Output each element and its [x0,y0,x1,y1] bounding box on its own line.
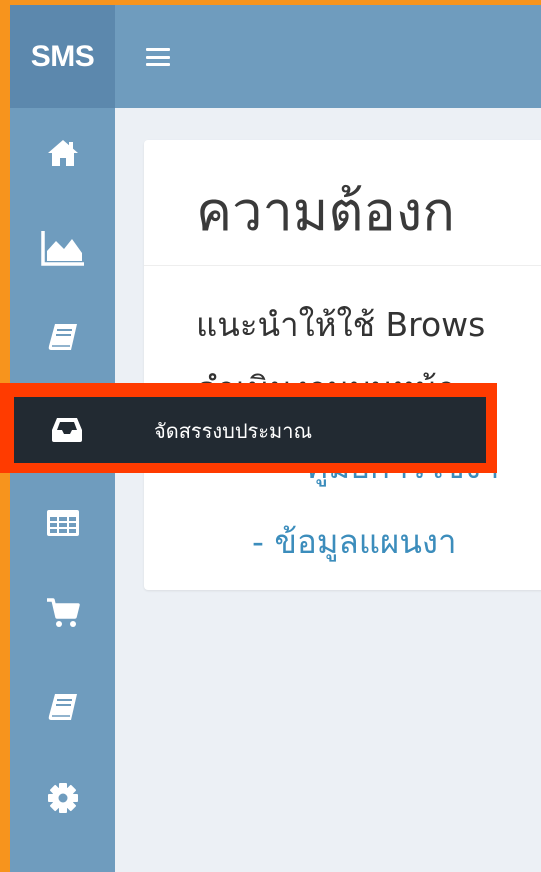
content-box: ความต้องก แนะนำให้ใช้ Brows ดำเนินงานบนห… [144,140,541,590]
sidebar-item-dashboard[interactable] [10,213,115,283]
home-icon [47,140,78,166]
area-chart-icon [40,231,84,266]
sidebar-item-settings[interactable] [10,763,115,833]
browser-recommendation-text: แนะนำให้ใช้ Brows [196,305,486,344]
hamburger-icon[interactable] [143,45,173,69]
sidebar-item-book[interactable] [10,303,115,373]
book-icon [48,324,77,350]
table-icon [46,510,79,536]
box-divider [144,265,541,266]
sidebar [10,108,115,872]
brand-title: SMS [30,39,95,73]
tooltip-label: จัดสรรงบประมาณ [154,419,313,443]
sidebar-item-home[interactable] [10,118,115,188]
top-navbar [115,5,541,108]
sidebar-item-table[interactable] [10,488,115,558]
shopping-cart-icon [46,598,80,627]
gear-icon [47,783,78,813]
plan-data-link[interactable]: - ข้อมูลแผนงา [252,515,457,568]
sidebar-tooltip-budget[interactable]: จัดสรรงบประมาณ [14,397,486,463]
page-title: ความต้องก [196,180,455,243]
brand-logo[interactable]: SMS [10,5,115,108]
inbox-icon [52,418,82,442]
book-icon [48,694,77,720]
sidebar-item-cart[interactable] [10,578,115,648]
sidebar-item-book-2[interactable] [10,673,115,743]
